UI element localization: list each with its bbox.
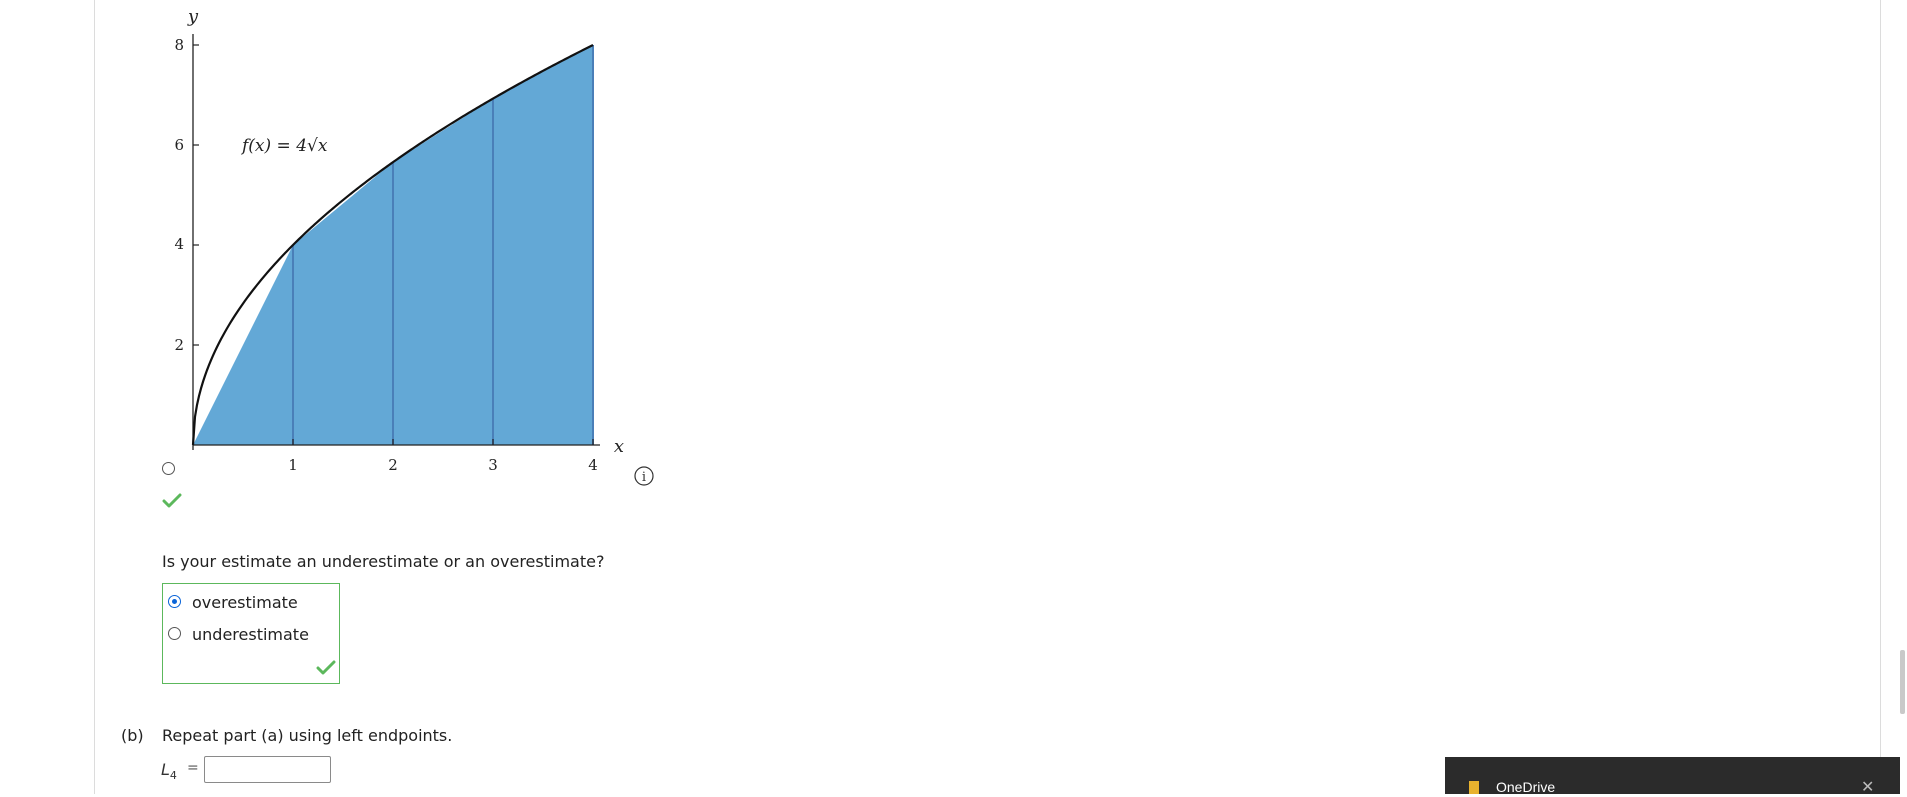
underestimate-radio[interactable] [168, 627, 181, 640]
overestimate-radio[interactable] [168, 595, 181, 608]
x-tick-label: 1 [288, 456, 298, 474]
x-tick-label: 4 [588, 456, 598, 474]
y-tick-label: 8 [174, 36, 184, 54]
svg-text:i: i [642, 470, 646, 485]
onedrive-notification[interactable]: OneDrive ✕ [1445, 757, 1900, 797]
riemann-sum-graph: 2 4 6 8 1 2 3 4 y x f(x) = 4√x i [174, 6, 654, 486]
x-tick-label: 3 [488, 456, 498, 474]
close-icon[interactable]: ✕ [1861, 777, 1874, 797]
answer-choice-box: overestimate underestimate [162, 583, 340, 684]
y-tick-label: 4 [174, 235, 184, 253]
scrollbar-thumb[interactable] [1900, 650, 1905, 714]
check-icon [316, 660, 336, 675]
question-text: Is your estimate an underestimate or an … [162, 552, 605, 571]
y-tick-label: 6 [174, 136, 184, 154]
option-label: overestimate [192, 593, 298, 612]
content-right-border [1880, 0, 1881, 794]
variable-name: L [161, 760, 170, 779]
l4-label: L4 [161, 760, 177, 782]
y-tick-marks [193, 44, 199, 346]
info-icon[interactable]: i [634, 466, 654, 486]
graph-choice-radio[interactable] [162, 462, 175, 475]
equals-sign: = [187, 760, 199, 776]
variable-subscript: 4 [169, 769, 177, 783]
check-icon [162, 493, 182, 508]
part-b-label: (b) [121, 726, 144, 745]
content-left-border [94, 0, 95, 794]
folder-icon [1469, 781, 1479, 794]
x-tick-label: 2 [388, 456, 398, 474]
option-label: underestimate [192, 625, 309, 644]
notification-title: OneDrive [1496, 779, 1556, 795]
x-axis-label: x [614, 436, 624, 457]
l4-answer-input[interactable] [204, 756, 331, 783]
function-label: f(x) = 4√x [240, 136, 328, 156]
part-b-text: Repeat part (a) using left endpoints. [162, 726, 453, 745]
y-tick-label: 2 [174, 336, 184, 354]
y-axis-label: y [187, 6, 199, 27]
